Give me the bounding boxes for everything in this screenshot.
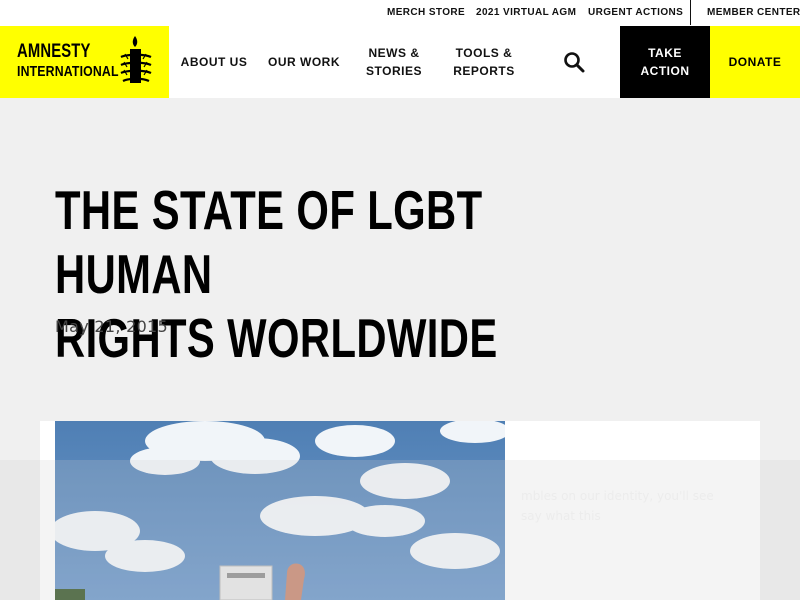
virtual-agm-link[interactable]: 2021 VIRTUAL AGM [476,0,576,26]
logo-text-international: INTERNATIONAL [17,63,119,80]
utility-bar: MERCH STORE 2021 VIRTUAL AGM URGENT ACTI… [0,0,800,26]
urgent-actions-link[interactable]: URGENT ACTIONS [588,0,683,26]
article-title: THE STATE OF LGBT HUMAN RIGHTS WORLDWIDE [55,179,498,369]
article-hero-image [55,421,505,600]
amnesty-logo[interactable]: AMNESTY INTERNATIONAL [0,26,169,98]
member-center-link[interactable]: MEMBER CENTER [707,0,800,26]
nav-our-work[interactable]: OUR WORK [267,26,341,98]
logo-text-amnesty: AMNESTY [17,41,91,62]
nav-about-us[interactable]: ABOUT US [179,26,249,98]
nav-news-stories[interactable]: NEWS & STORIES [358,26,430,98]
hero-caption: mbles on our identity, you'll see say wh… [521,489,714,523]
nav-tools-reports[interactable]: TOOLS & REPORTS [446,26,522,98]
utility-divider [690,0,691,25]
donate-button[interactable]: DONATE [710,26,800,98]
candle-barbed-wire-icon [120,36,152,83]
merch-store-link[interactable]: MERCH STORE [387,0,465,26]
search-icon[interactable] [560,48,588,76]
main-nav: AMNESTY INTERNATIONAL ABOUT US OUR WORK … [0,26,800,98]
article-date: May 21, 2015 [55,317,169,336]
take-action-button[interactable]: TAKE ACTION [620,26,710,98]
